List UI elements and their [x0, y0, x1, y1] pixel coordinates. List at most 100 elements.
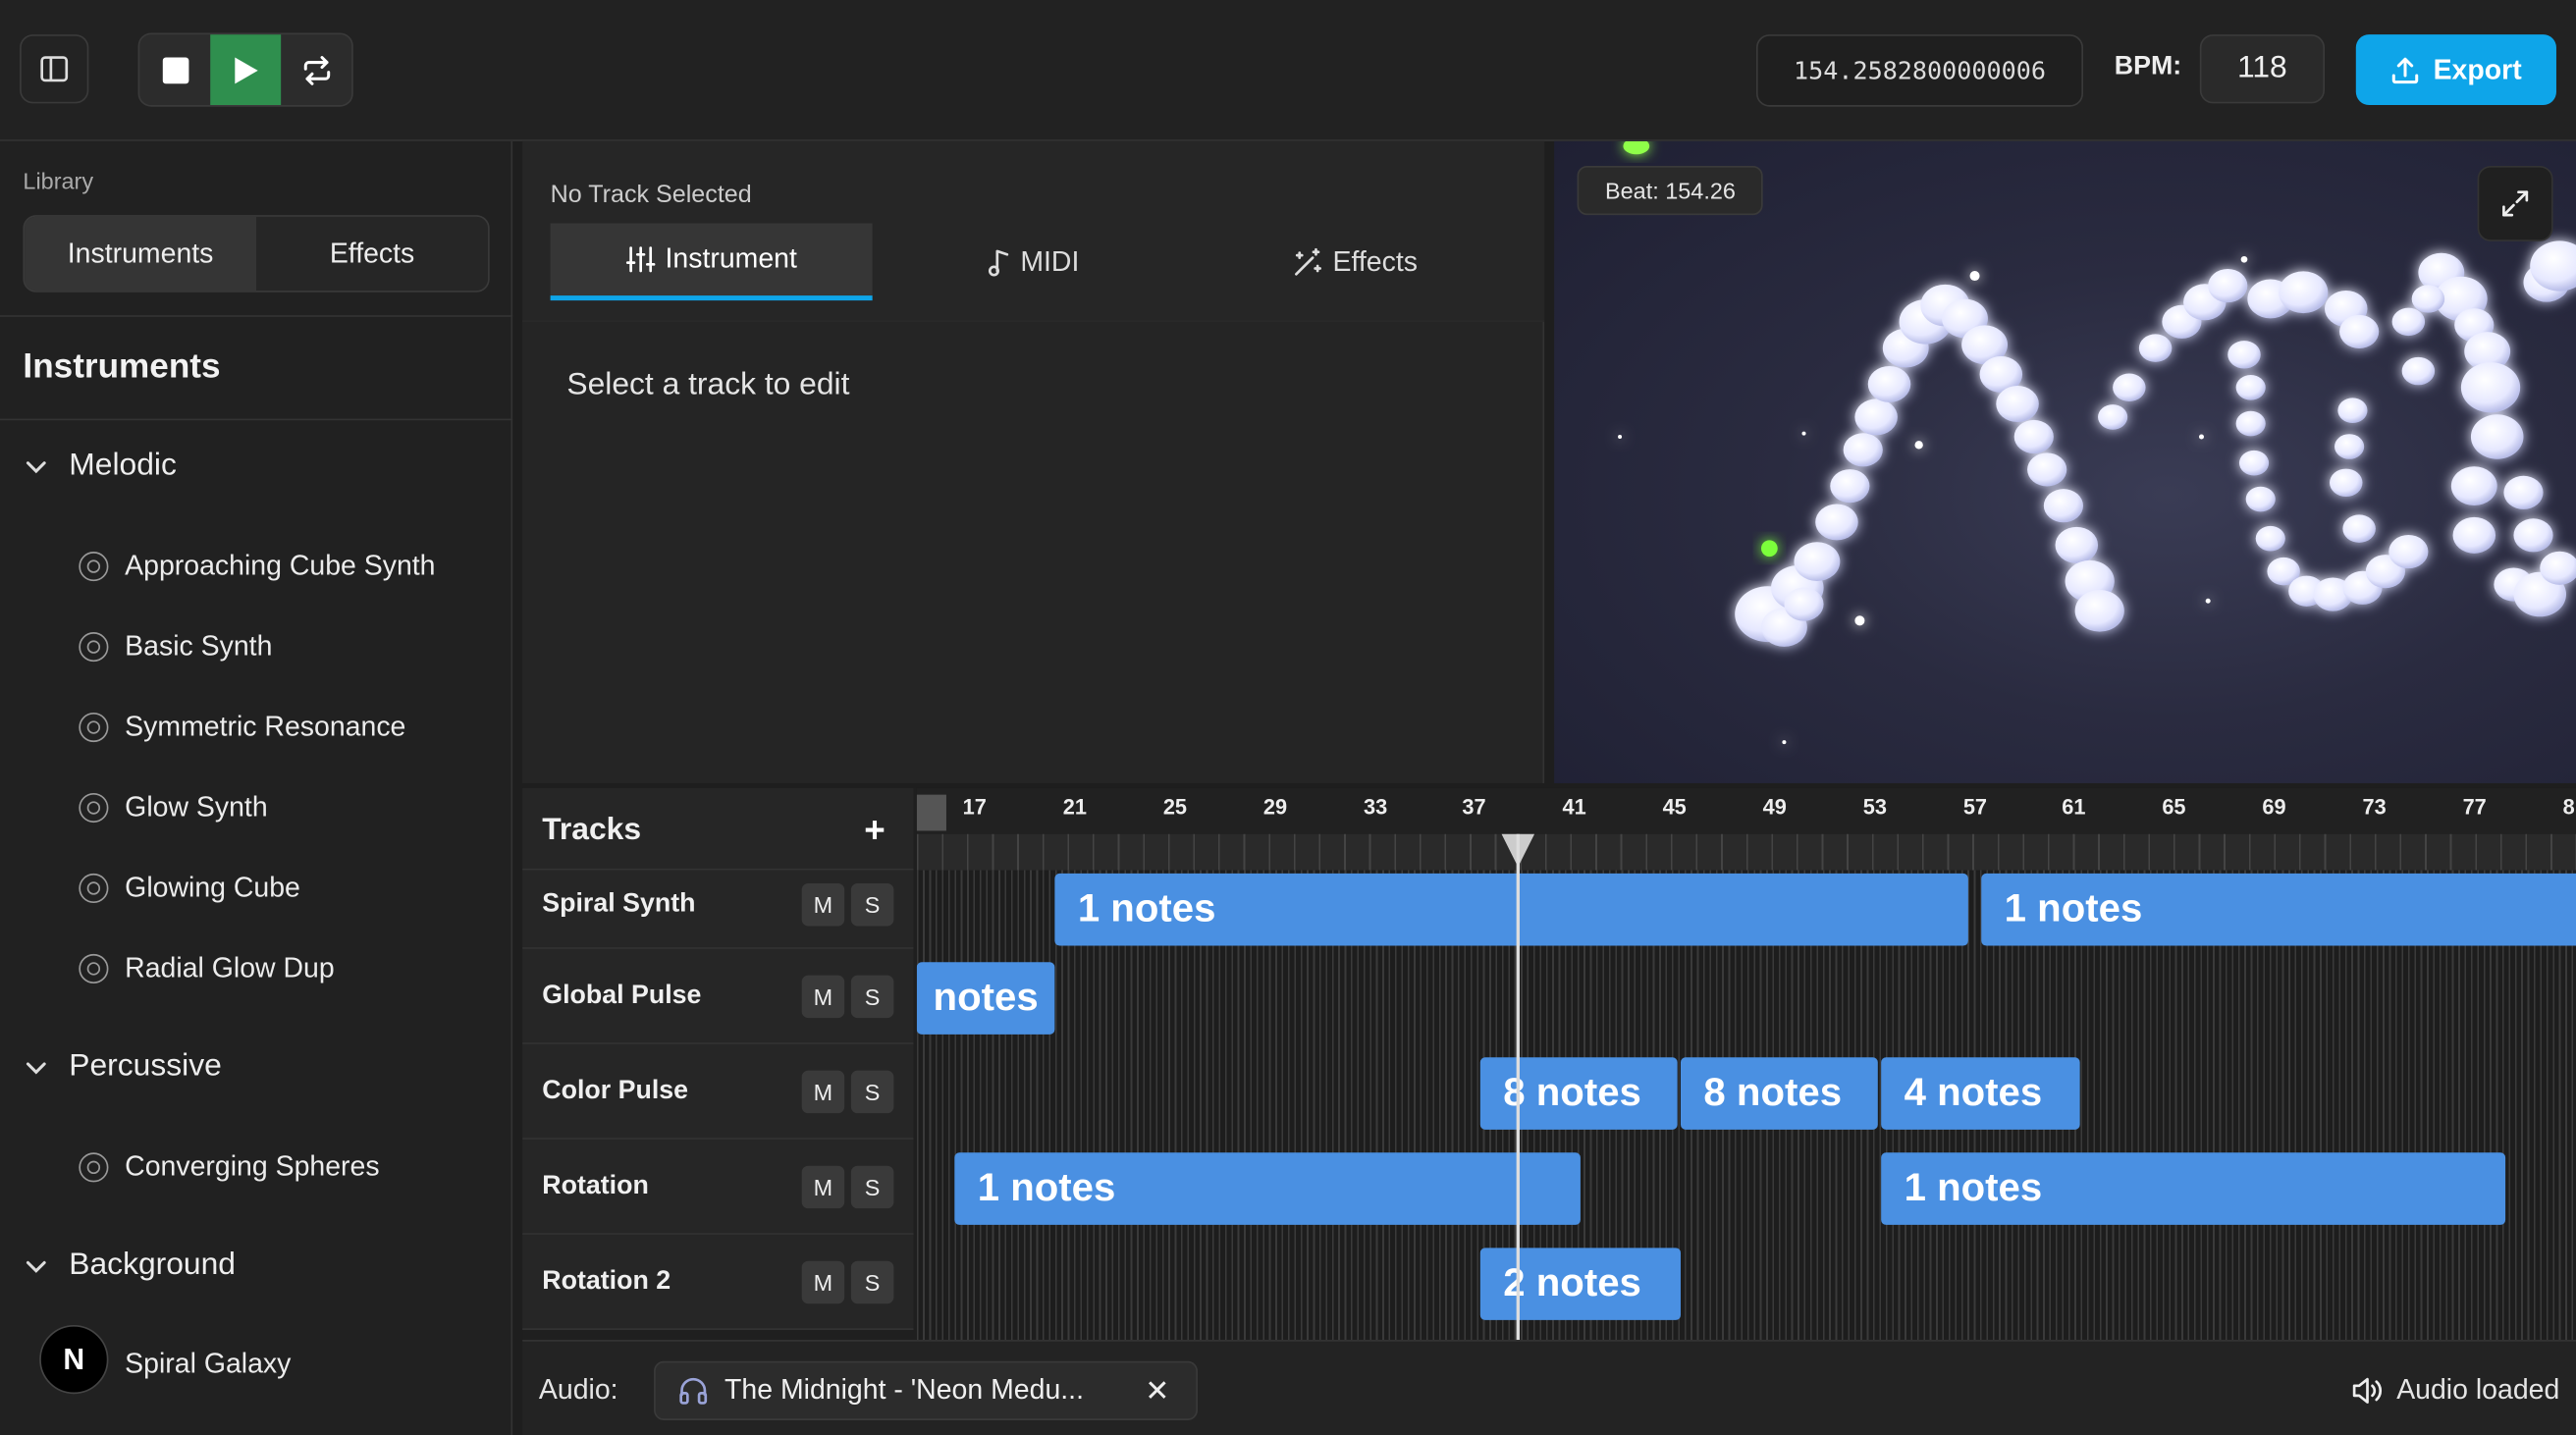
mute-button[interactable]: M: [801, 1260, 845, 1304]
star: [1782, 740, 1787, 745]
instrument-item[interactable]: Converging Spheres: [79, 1150, 380, 1184]
instrument-label: Converging Spheres: [125, 1150, 380, 1183]
audio-file-chip[interactable]: The Midnight - 'Neon Medu... ✕: [654, 1360, 1198, 1420]
group-label: Percussive: [69, 1048, 222, 1085]
orb: [1830, 469, 1870, 504]
audio-status-text: Audio loaded: [2396, 1374, 2560, 1406]
midi-clip[interactable]: 4 notes: [1881, 1057, 2080, 1130]
orb: [2334, 434, 2365, 459]
midi-clip[interactable]: 8 notes: [1680, 1057, 1878, 1130]
music-note-icon: [989, 248, 1009, 276]
midi-clip[interactable]: notes: [916, 962, 1055, 1035]
orb: [2460, 362, 2521, 413]
chevron-down-icon: [26, 1260, 46, 1273]
instrument-item[interactable]: Approaching Cube Synth: [79, 550, 436, 582]
ruler-scroll-marker[interactable]: [916, 794, 946, 831]
orb: [2279, 271, 2329, 314]
track-row[interactable]: Spiral Synth M S: [522, 870, 914, 949]
add-track-button[interactable]: +: [864, 810, 886, 852]
midi-clip[interactable]: 1 notes: [1054, 873, 1968, 946]
instrument-item[interactable]: Radial Glow Dup: [79, 952, 335, 984]
green-particle: [1623, 140, 1650, 155]
orb: [2342, 514, 2376, 543]
group-background[interactable]: Background: [23, 1248, 236, 1284]
visualizer-scene: [1618, 140, 2576, 745]
library-sidebar: Library Instruments Effects Instruments …: [0, 140, 513, 1435]
orb: [1867, 365, 1911, 402]
orb: [2411, 285, 2445, 313]
bpm-input[interactable]: 118: [2199, 34, 2326, 104]
ruler-tick: 33: [1364, 794, 1388, 820]
timeline-grid[interactable]: 17 21 25 29 33 37 41 45 49 53 57 61 65 6…: [916, 787, 2576, 1341]
tab-instruments[interactable]: Instruments: [25, 216, 257, 292]
midi-clip[interactable]: 2 notes: [1479, 1248, 1681, 1320]
midi-clip[interactable]: 8 notes: [1479, 1057, 1678, 1130]
ruler-tick: 77: [2462, 794, 2487, 820]
tab-midi[interactable]: MIDI: [873, 224, 1195, 301]
midi-clip[interactable]: 1 notes: [954, 1152, 1581, 1225]
export-button[interactable]: Export: [2355, 34, 2556, 106]
editor-tabs: Instrument MIDI Effects: [550, 223, 1517, 301]
instrument-item[interactable]: Spiral Galaxy: [125, 1348, 291, 1380]
mute-button[interactable]: M: [801, 1165, 845, 1209]
tab-label: Effects: [1332, 245, 1418, 277]
fullscreen-button[interactable]: [2477, 165, 2553, 241]
mute-button[interactable]: M: [801, 882, 845, 927]
star: [1801, 431, 1806, 436]
group-percussive[interactable]: Percussive: [23, 1048, 222, 1086]
sub-beat-ruler: [916, 833, 2576, 871]
library-tabs: Instruments Effects: [23, 215, 490, 292]
playhead[interactable]: [1516, 833, 1520, 1341]
track-name: Rotation: [542, 1172, 649, 1200]
loop-button[interactable]: [281, 34, 351, 105]
solo-button[interactable]: S: [850, 1070, 894, 1114]
green-particle: [1760, 540, 1778, 558]
tab-effects[interactable]: Effects: [256, 217, 488, 291]
remove-audio-button[interactable]: ✕: [1145, 1374, 1169, 1408]
orb: [2055, 526, 2099, 563]
track-row[interactable]: Rotation 2 M S: [522, 1234, 914, 1330]
orb: [2238, 450, 2270, 476]
track-row[interactable]: Color Pulse M S: [522, 1043, 914, 1140]
mute-button[interactable]: M: [801, 975, 845, 1019]
mute-button[interactable]: M: [801, 1070, 845, 1114]
star: [1618, 434, 1623, 439]
solo-button[interactable]: S: [850, 1165, 894, 1209]
timeline: Tracks + Spiral Synth M S Global Pulse M…: [522, 787, 2576, 1341]
beat-ruler[interactable]: 17 21 25 29 33 37 41 45 49 53 57 61 65 6…: [916, 787, 2576, 834]
track-row[interactable]: Global Pulse M S: [522, 948, 914, 1044]
solo-button[interactable]: S: [850, 882, 894, 927]
empty-state-message: Select a track to edit: [566, 367, 850, 402]
ruler-tick: 73: [2362, 794, 2387, 820]
orb: [2330, 468, 2363, 498]
solo-button[interactable]: S: [850, 975, 894, 1019]
audio-status: Audio loaded: [2350, 1374, 2559, 1407]
play-button[interactable]: [210, 34, 282, 106]
track-row[interactable]: Rotation M S: [522, 1139, 914, 1235]
stop-button[interactable]: [139, 34, 210, 105]
instrument-item[interactable]: Symmetric Resonance: [79, 711, 405, 743]
instrument-label: Basic Synth: [125, 630, 273, 663]
midi-clip[interactable]: 1 notes: [1881, 1152, 2506, 1225]
top-bar: 154.2582800000006 BPM: 118 Export: [0, 0, 2576, 141]
instrument-item[interactable]: Basic Synth: [79, 630, 272, 663]
ruler-tick: 49: [1762, 794, 1787, 820]
tab-effects[interactable]: Effects: [1195, 224, 1517, 301]
ruler-tick: 37: [1462, 794, 1486, 820]
instrument-item[interactable]: Glowing Cube: [79, 872, 300, 904]
toggle-sidebar-button[interactable]: [20, 34, 89, 104]
orb: [2074, 589, 2124, 632]
headphones-icon: [679, 1377, 708, 1405]
orb: [2245, 486, 2276, 512]
star: [2205, 598, 2211, 604]
disc-icon: [79, 552, 109, 582]
tab-instrument[interactable]: Instrument: [550, 223, 873, 301]
instrument-item[interactable]: Glow Synth: [79, 791, 268, 824]
track-name: Global Pulse: [542, 982, 702, 1010]
instrument-label: Glowing Cube: [125, 872, 300, 904]
midi-clip[interactable]: 1 notes: [1981, 873, 2576, 946]
star: [1854, 615, 1865, 626]
group-melodic[interactable]: Melodic: [23, 449, 177, 485]
visualizer-canvas[interactable]: Beat: 154.26: [1554, 140, 2576, 783]
solo-button[interactable]: S: [850, 1260, 894, 1304]
